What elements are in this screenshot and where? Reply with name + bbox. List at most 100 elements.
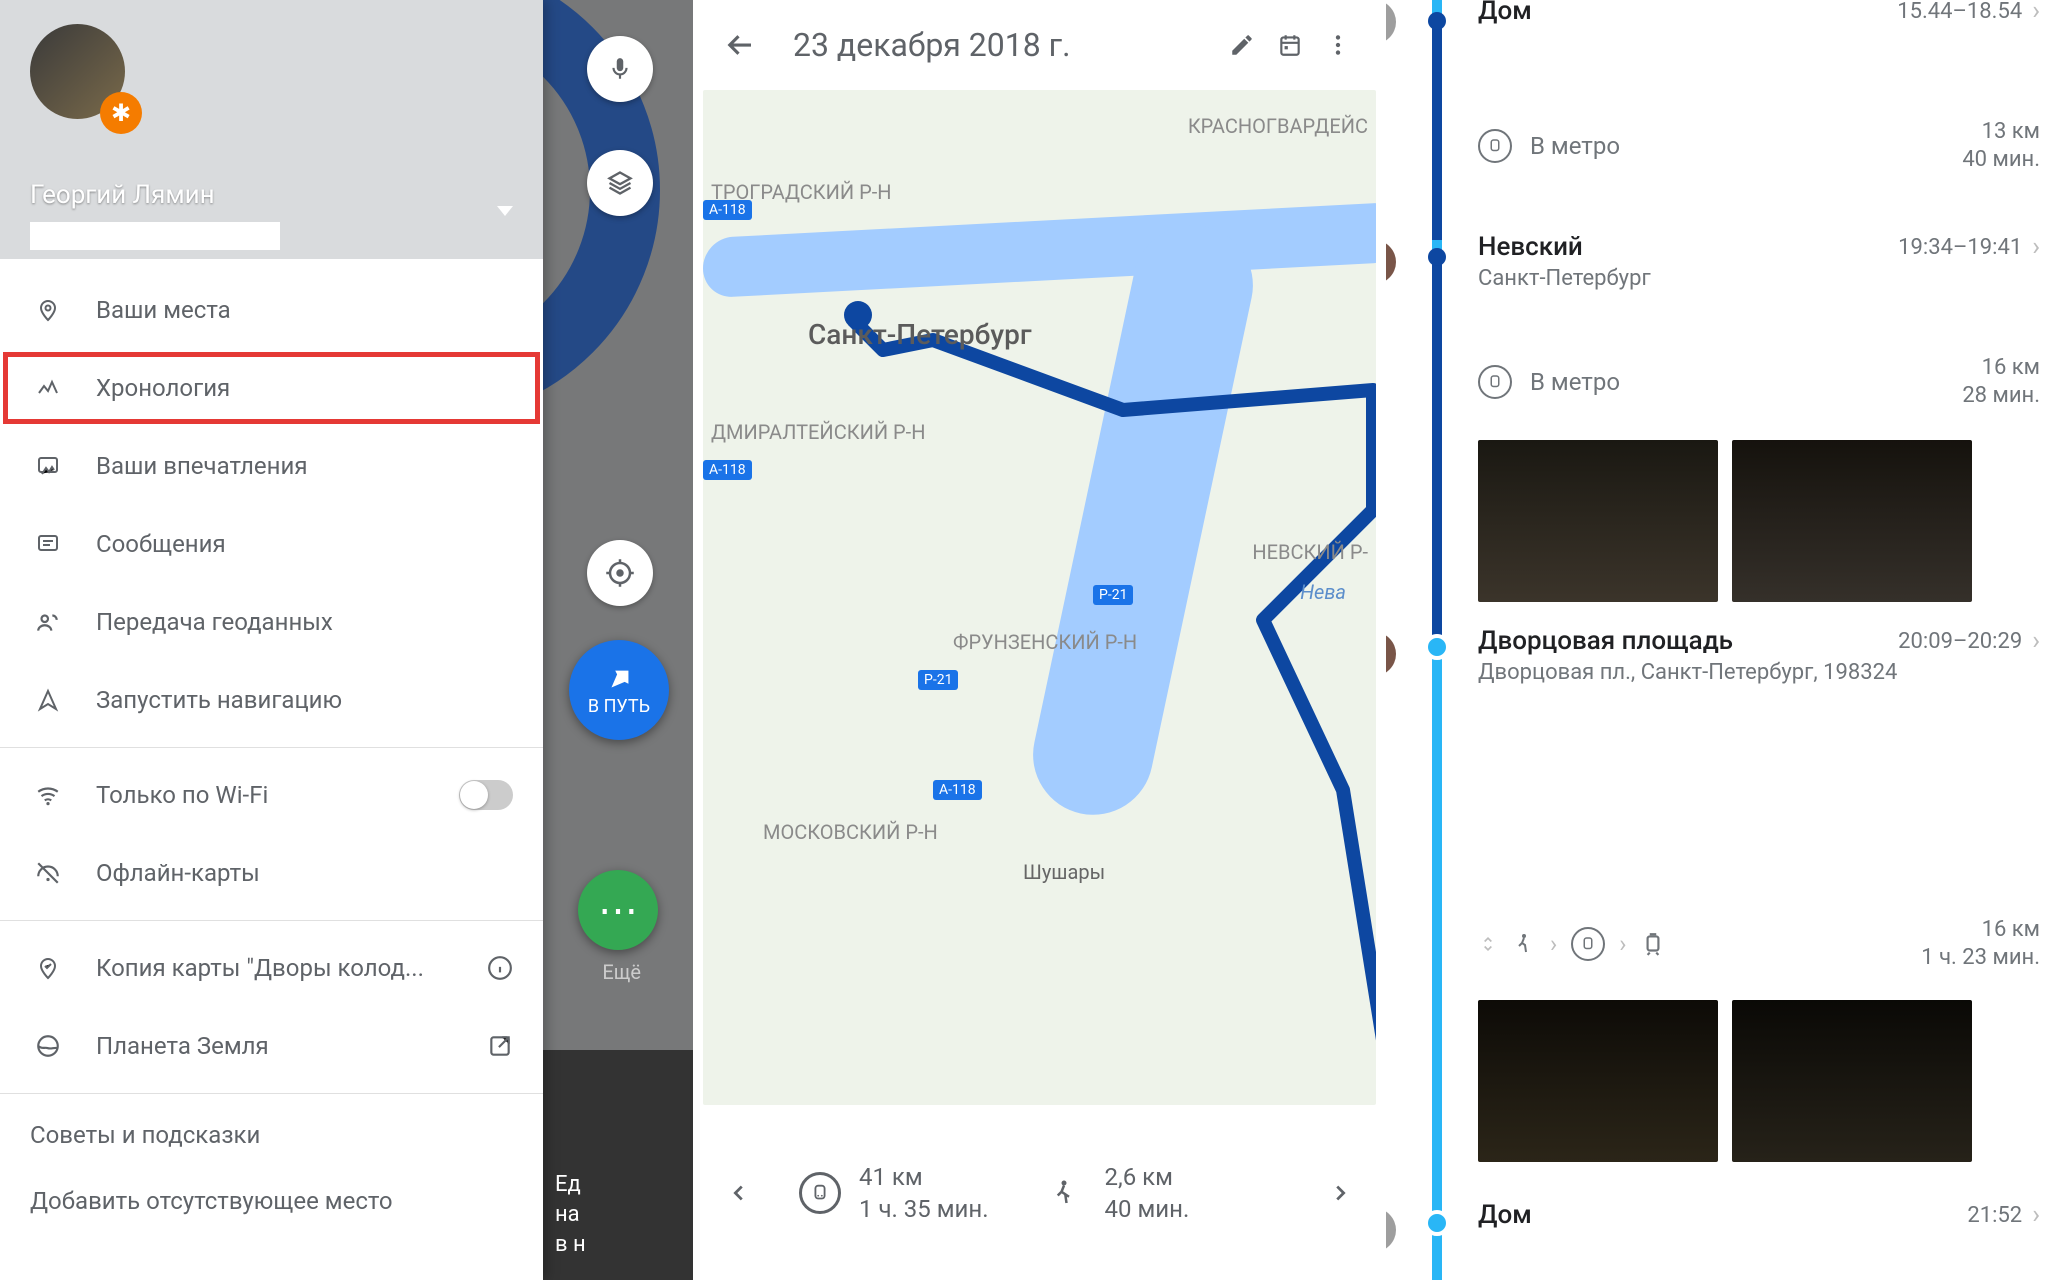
city-label: Санкт-Петербург	[808, 318, 1032, 351]
timeline-dot	[1424, 1210, 1450, 1236]
account-dropdown-icon[interactable]	[497, 206, 513, 216]
sort-icon	[1478, 929, 1498, 959]
menu-contributions[interactable]: Ваши впечатления	[0, 427, 543, 505]
menu-your-places[interactable]: Ваши места	[0, 271, 543, 349]
timeline-entry-palace-square[interactable]: Дворцовая площадь Дворцовая пл., Санкт-П…	[1478, 626, 2040, 685]
entry-time: 20:09–20:29	[1898, 629, 2022, 654]
timeline-segment-mixed[interactable]: › › 16 км1 ч. 23 мин.	[1478, 916, 2040, 972]
timeline-summary-footer: 41 км 1 ч. 35 мин. 2,6 км 40 мин.	[693, 1105, 1386, 1280]
more-menu-button[interactable]	[1314, 21, 1362, 69]
calendar-button[interactable]	[1266, 21, 1314, 69]
timeline-photos[interactable]	[1478, 980, 2040, 1162]
more-fab[interactable]: ⋯	[578, 870, 658, 950]
menu-label: Хронология	[96, 374, 230, 402]
timeline-entry-home[interactable]: Дом 15.44–18.54›	[1478, 0, 2040, 26]
photo-thumbnail[interactable]	[1732, 440, 1972, 602]
navigate-icon	[603, 664, 635, 696]
earth-icon	[30, 1028, 66, 1064]
district-label-admiralt: ДМИРАЛТЕЙСКИЙ Р-Н	[711, 420, 925, 444]
menu-label: Советы и подсказки	[30, 1121, 260, 1149]
home-marker[interactable]	[1386, 1208, 1396, 1252]
entry-title: Дворцовая площадь	[1478, 626, 1897, 656]
photo-strip[interactable]: Ед на в н	[543, 1050, 693, 1280]
town-label-shushary: Шушары	[1023, 860, 1105, 884]
district-label-nevsky: НЕВСКИЙ Р-	[1252, 540, 1368, 564]
place-marker[interactable]	[1386, 240, 1396, 284]
subway-icon	[1571, 927, 1605, 961]
timeline-entry-home[interactable]: Дом 21:52›	[1478, 1200, 2040, 1230]
photo-thumbnail[interactable]	[1732, 1000, 1972, 1162]
menu-tips[interactable]: Советы и подсказки	[0, 1102, 543, 1168]
menu-messages[interactable]: Сообщения	[0, 505, 543, 583]
open-in-new-icon	[487, 1033, 513, 1059]
segment-distance: 16 км	[1921, 916, 2040, 944]
entry-title: Дом	[1478, 1200, 1532, 1230]
menu-add-missing-place[interactable]: Добавить отсутствующее место	[0, 1168, 543, 1234]
saved-map-icon	[30, 950, 66, 986]
chevron-right-icon: ›	[1619, 930, 1626, 958]
timeline-dot	[1428, 12, 1446, 30]
segment-duration: 28 мин.	[1962, 382, 2040, 410]
walk-icon	[1049, 1174, 1087, 1212]
timeline-dot	[1428, 248, 1446, 266]
wifi-only-toggle[interactable]	[459, 780, 513, 810]
info-icon[interactable]	[487, 955, 513, 981]
district-label-krasnogvard: КРАСНОГВАРДЕЙС	[1188, 114, 1368, 138]
menu-google-earth[interactable]: Планета Земля	[0, 1007, 543, 1085]
menu-timeline[interactable]: Хронология	[0, 349, 543, 427]
user-name: Георгий Лямин	[30, 180, 215, 210]
voice-search-button[interactable]	[587, 36, 653, 102]
segment-duration: 40 мин.	[1962, 146, 2040, 174]
segment-mode: В метро	[1530, 368, 1620, 396]
timeline-photos[interactable]	[1478, 420, 2040, 602]
highway-badge: А-118	[703, 200, 752, 220]
layers-button[interactable]	[587, 150, 653, 216]
segment-duration: 1 ч. 23 мин.	[1921, 944, 2040, 972]
navigate-fab-label: В ПУТЬ	[588, 696, 650, 717]
timeline-entry-nevsky[interactable]: Невский Санкт-Петербург 19:34–19:41›	[1478, 232, 2040, 291]
navigate-fab[interactable]: В ПУТЬ	[569, 640, 669, 740]
photo-thumbnail[interactable]	[1478, 1000, 1718, 1162]
offline-icon	[30, 855, 66, 891]
menu-map-copy[interactable]: Копия карты "Дворы колод...	[0, 929, 543, 1007]
my-location-button[interactable]	[587, 540, 653, 606]
menu-offline-maps[interactable]: Офлайн-карты	[0, 834, 543, 912]
chevron-right-icon: ›	[1550, 930, 1557, 958]
menu-location-sharing[interactable]: Передача геоданных	[0, 583, 543, 661]
next-day-button[interactable]	[1310, 1163, 1370, 1223]
menu-label: Только по Wi-Fi	[96, 781, 268, 809]
walk-icon	[1512, 928, 1536, 960]
local-guide-badge: ✱	[100, 92, 142, 134]
menu-label: Офлайн-карты	[96, 859, 260, 887]
photo-thumbnail[interactable]	[1478, 440, 1718, 602]
place-marker[interactable]	[1386, 632, 1396, 676]
more-vert-icon	[1325, 32, 1351, 58]
timeline-segment-metro[interactable]: В метро 13 км40 мин.	[1478, 118, 2040, 174]
menu-start-navigation[interactable]: Запустить навигацию	[0, 661, 543, 739]
entry-title: Дом	[1478, 0, 1532, 26]
entry-subtitle: Дворцовая пл., Санкт-Петербург, 198324	[1478, 660, 1897, 685]
timeline-segment-metro[interactable]: В метро 16 км28 мин.	[1478, 354, 2040, 410]
timeline-list[interactable]: Дом 15.44–18.54› В метро 13 км40 мин. Не…	[1392, 0, 2052, 1280]
menu-wifi-only[interactable]: Только по Wi-Fi	[0, 756, 543, 834]
menu-label: Ваши впечатления	[96, 452, 308, 480]
home-marker[interactable]	[1386, 0, 1396, 44]
menu-label: Копия карты "Дворы колод...	[96, 954, 424, 982]
transit-stat: 41 км 1 ч. 35 мин.	[799, 1161, 989, 1225]
menu-label: Передача геоданных	[96, 608, 333, 636]
menu-label: Ваши места	[96, 296, 231, 324]
timeline-header: 23 декабря 2018 г.	[693, 0, 1386, 90]
timeline-icon	[30, 370, 66, 406]
menu-list: Ваши места Хронология Ваши впечатления С…	[0, 259, 543, 1234]
navigation-arrow-icon	[30, 682, 66, 718]
highway-badge: А-118	[933, 780, 982, 800]
subway-icon	[1478, 129, 1512, 163]
calendar-icon	[1277, 32, 1303, 58]
back-button[interactable]	[717, 21, 765, 69]
drawer-header[interactable]: ✱ Георгий Лямин	[0, 0, 543, 259]
prev-day-button[interactable]	[709, 1163, 769, 1223]
edit-button[interactable]	[1218, 21, 1266, 69]
timeline-map[interactable]: КРАСНОГВАРДЕЙС ТРОГРАДСКИЙ Р-Н Санкт-Пет…	[703, 90, 1376, 1105]
chevron-right-icon: ›	[2032, 626, 2040, 656]
more-dots-icon: ⋯	[598, 887, 638, 934]
